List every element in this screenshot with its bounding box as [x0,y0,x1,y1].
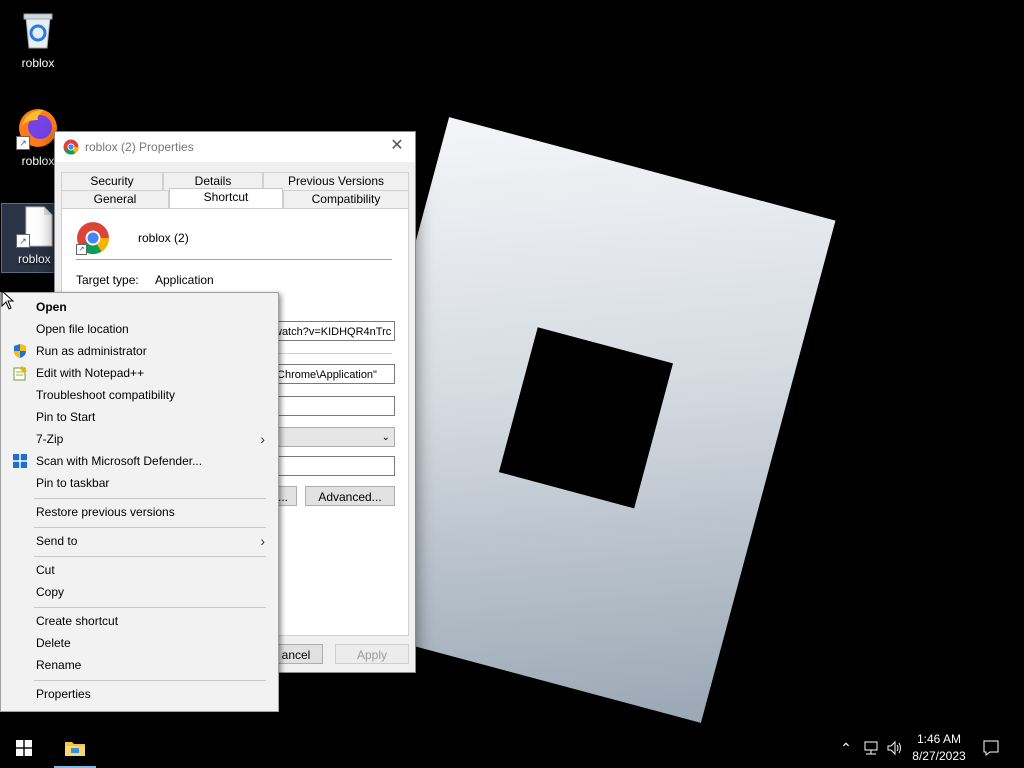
menu-item-label: Cut [36,563,55,577]
start-in-input[interactable]: \Chrome\Application" [269,364,395,384]
menu-item-7zip[interactable]: 7-Zip › [3,428,275,450]
menu-item-open[interactable]: Open [3,296,275,318]
notification-center-icon[interactable] [982,739,1000,757]
menu-item-label: Rename [36,658,82,672]
menu-item-label: Properties [36,687,91,701]
menu-item-label: Pin to taskbar [36,476,110,490]
clock-date[interactable]: 8/27/2023 [904,749,974,763]
menu-item-open-file-location[interactable]: Open file location [3,318,275,340]
uac-shield-icon [12,343,28,359]
run-select[interactable]: ⌄ [269,427,395,447]
tab-shortcut[interactable]: Shortcut [169,188,283,209]
chrome-icon [63,139,79,155]
start-button[interactable] [0,728,48,768]
notepadpp-icon [12,365,28,381]
volume-icon[interactable] [886,739,904,757]
menu-separator [34,680,266,681]
menu-item-edit-with-notepadpp[interactable]: Edit with Notepad++ [3,362,275,384]
shortcut-arrow-icon: ↗ [76,244,87,255]
chevron-up-icon[interactable]: ⌃ [838,740,854,756]
shortcut-arrow-icon: ↗ [16,234,30,248]
tab-compatibility[interactable]: Compatibility [283,190,409,208]
desktop-icon-recycle-bin[interactable]: roblox [2,8,74,70]
wallpaper-logo-hole [498,327,673,509]
menu-item-label: Scan with Microsoft Defender... [36,454,203,468]
advanced-button[interactable]: Advanced... [305,486,395,506]
menu-item-label: Create shortcut [36,614,119,628]
clock-time[interactable]: 1:46 AM [904,732,974,746]
tab-general[interactable]: General [61,190,169,208]
menu-item-label: Restore previous versions [36,505,175,519]
menu-item-label: Copy [36,585,65,599]
chevron-right-icon: › [260,533,265,549]
folder-icon [65,742,85,756]
menu-item-delete[interactable]: Delete [3,632,275,654]
close-icon[interactable]: ✕ [387,136,407,156]
menu-separator [34,556,266,557]
menu-item-rename[interactable]: Rename [3,654,275,676]
taskbar-file-explorer-button[interactable] [54,728,96,768]
menu-separator [34,498,266,499]
mouse-cursor-icon [1,289,15,310]
menu-item-label: Send to [36,534,78,548]
menu-item-send-to[interactable]: Send to › [3,530,275,552]
menu-item-label: Open [36,300,67,314]
target-input[interactable]: watch?v=KIDHQR4nTrc [269,321,395,341]
chevron-down-icon: ⌄ [381,432,390,443]
menu-item-scan-with-defender[interactable]: Scan with Microsoft Defender... [3,450,275,472]
divider [76,259,392,260]
shortcut-arrow-icon: ↗ [16,136,30,150]
windows-logo-icon [16,740,32,756]
comment-input[interactable] [269,456,395,476]
shortcut-name: roblox (2) [138,231,189,245]
menu-item-troubleshoot-compatibility[interactable]: Troubleshoot compatibility [3,384,275,406]
menu-item-label: 7-Zip [36,432,64,446]
menu-item-label: Open file location [36,322,129,336]
menu-item-label: Delete [36,636,71,650]
menu-item-pin-to-taskbar[interactable]: Pin to taskbar [3,472,275,494]
chrome-icon: ↗ [76,221,110,255]
defender-icon [12,453,28,469]
menu-item-cut[interactable]: Cut [3,559,275,581]
menu-separator [34,527,266,528]
tab-security[interactable]: Security [61,172,163,190]
taskbar: ⌃ 1:46 AM 8/27/2023 [0,728,1024,768]
menu-item-run-as-administrator[interactable]: Run as administrator [3,340,275,362]
menu-item-label: Run as administrator [36,344,147,358]
target-type-value: Application [155,273,214,287]
chevron-right-icon: › [260,431,265,447]
menu-separator [34,607,266,608]
network-icon[interactable] [862,739,880,757]
menu-item-properties[interactable]: Properties [3,683,275,705]
menu-item-label: Pin to Start [36,410,96,424]
recycle-bin-icon [16,8,60,52]
context-menu: Open Open file location Run as administr… [0,292,279,712]
menu-item-restore-previous-versions[interactable]: Restore previous versions [3,501,275,523]
tab-previous-versions[interactable]: Previous Versions [263,172,409,190]
target-type-label: Target type: [76,273,139,287]
tab-row-bottom: General Shortcut Compatibility [61,188,409,209]
shortcut-key-input[interactable] [269,396,395,416]
menu-item-pin-to-start[interactable]: Pin to Start [3,406,275,428]
menu-item-copy[interactable]: Copy [3,581,275,603]
dialog-titlebar[interactable]: roblox (2) Properties ✕ [55,132,415,162]
menu-item-create-shortcut[interactable]: Create shortcut [3,610,275,632]
apply-button[interactable]: Apply [335,644,409,664]
menu-item-label: Troubleshoot compatibility [36,388,175,402]
dialog-title: roblox (2) Properties [85,140,194,154]
desktop-icon-label: roblox [21,56,55,70]
menu-item-label: Edit with Notepad++ [36,366,145,380]
